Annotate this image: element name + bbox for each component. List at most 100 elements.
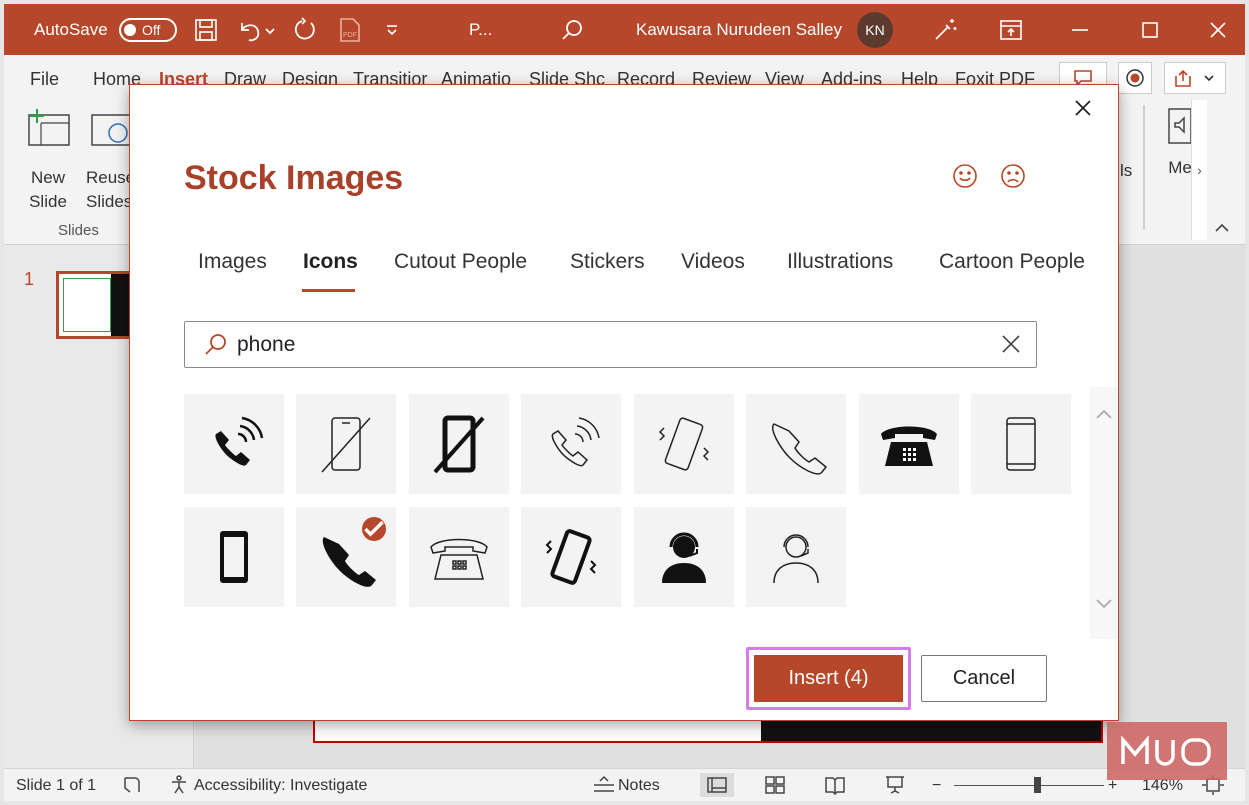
tab-illustrations[interactable]: Illustrations bbox=[787, 250, 893, 274]
slide-show-icon[interactable] bbox=[884, 775, 906, 800]
icon-tile[interactable] bbox=[746, 394, 846, 494]
tab-file[interactable]: File bbox=[30, 69, 59, 90]
toggle-knob bbox=[124, 23, 136, 36]
icon-tile[interactable] bbox=[409, 394, 509, 494]
mobile-vibrate-outline-icon bbox=[658, 417, 710, 471]
slide-number: 1 bbox=[24, 269, 35, 289]
audio-icon bbox=[1168, 108, 1192, 144]
svg-text:PDF: PDF bbox=[343, 32, 357, 39]
redo-icon[interactable] bbox=[292, 4, 318, 55]
user-name: Kawusara Nurudeen Salley bbox=[636, 19, 843, 39]
file-name: P... bbox=[469, 19, 493, 39]
insert-button[interactable]: Insert (4) bbox=[754, 655, 903, 702]
accessibility-icon[interactable] bbox=[169, 775, 189, 800]
search-input[interactable] bbox=[237, 330, 977, 360]
search-icon[interactable] bbox=[560, 4, 584, 55]
icon-tile[interactable] bbox=[634, 507, 734, 607]
new-slide-label-2: Slide bbox=[29, 192, 67, 211]
slide-sorter-icon[interactable] bbox=[764, 775, 786, 800]
reuse-slides-icon bbox=[91, 114, 133, 146]
new-slide-icon bbox=[28, 109, 70, 146]
selected-check-icon bbox=[362, 517, 386, 541]
mobile-off-outline-icon bbox=[321, 417, 371, 473]
avatar[interactable]: KN bbox=[857, 11, 893, 48]
tab-icons[interactable]: Icons bbox=[303, 250, 358, 274]
share-button[interactable] bbox=[1164, 62, 1226, 94]
frown-feedback-icon[interactable] bbox=[1000, 163, 1026, 189]
slide-thumbnail[interactable] bbox=[56, 271, 136, 339]
zoom-slider[interactable] bbox=[954, 785, 1104, 786]
icon-tile[interactable] bbox=[634, 394, 734, 494]
close-dialog-icon[interactable] bbox=[1070, 95, 1096, 121]
icon-tile[interactable] bbox=[859, 394, 959, 494]
close-window-icon[interactable] bbox=[1208, 4, 1228, 55]
collapse-ribbon-icon[interactable] bbox=[1214, 221, 1230, 239]
icon-tile[interactable] bbox=[521, 507, 621, 607]
new-slide-button[interactable]: New Slide bbox=[22, 107, 74, 214]
thumbnail-content bbox=[63, 278, 111, 332]
search-icon bbox=[203, 332, 229, 363]
accessibility-status[interactable]: Accessibility: Investigate bbox=[194, 777, 367, 795]
desk-phone-outline-icon bbox=[430, 538, 488, 580]
insert-button-highlight: Insert (4) bbox=[746, 647, 911, 710]
icon-tile-selected[interactable] bbox=[296, 507, 396, 607]
autosave-state: Off bbox=[142, 21, 161, 38]
icon-tile[interactable] bbox=[409, 507, 509, 607]
zoom-out-icon[interactable]: − bbox=[932, 777, 941, 795]
zoom-slider-thumb[interactable] bbox=[1034, 777, 1041, 793]
icon-tile[interactable] bbox=[184, 507, 284, 607]
customize-toolbar-icon[interactable] bbox=[384, 4, 400, 55]
ribbon-scroll-right-icon[interactable]: › bbox=[1191, 100, 1207, 240]
cancel-button[interactable]: Cancel bbox=[921, 655, 1047, 702]
tab-cutout-people[interactable]: Cutout People bbox=[394, 250, 527, 274]
icon-tile[interactable] bbox=[296, 394, 396, 494]
slide-count: Slide 1 of 1 bbox=[16, 777, 97, 794]
desk-phone-filled-icon bbox=[881, 426, 937, 466]
headset-person-outline-icon bbox=[773, 534, 819, 584]
muo-watermark-logo bbox=[1107, 722, 1227, 780]
active-tab-indicator bbox=[302, 289, 355, 292]
icon-tile[interactable] bbox=[971, 394, 1071, 494]
group-label-slides: Slides bbox=[58, 222, 99, 239]
stock-images-dialog: Stock Images Images Icons Cutout People … bbox=[129, 84, 1119, 721]
ribbon-divider bbox=[1143, 105, 1145, 230]
designer-wand-icon[interactable] bbox=[932, 4, 958, 55]
status-bar: Slide 1 of 1 Accessibility: Investigate … bbox=[4, 768, 1245, 801]
category-tabs: Images Icons Cutout People Stickers Vide… bbox=[130, 245, 1120, 295]
maximize-icon[interactable] bbox=[1140, 4, 1160, 55]
notes-button[interactable]: Notes bbox=[618, 777, 660, 795]
record-icon bbox=[1126, 69, 1144, 87]
clear-search-icon[interactable] bbox=[1001, 334, 1021, 359]
phone-ringing-filled-icon bbox=[215, 416, 264, 466]
muo-logo-icon bbox=[1121, 736, 1211, 766]
icon-tile[interactable] bbox=[746, 507, 846, 607]
icon-tile[interactable] bbox=[184, 394, 284, 494]
minimize-icon[interactable] bbox=[1070, 4, 1090, 55]
results-scrollbar[interactable] bbox=[1090, 387, 1118, 639]
phone-handset-outline-icon bbox=[772, 423, 828, 475]
normal-view-icon[interactable] bbox=[700, 773, 734, 797]
tab-videos[interactable]: Videos bbox=[681, 250, 745, 274]
scroll-down-icon[interactable] bbox=[1095, 597, 1113, 615]
tab-images[interactable]: Images bbox=[198, 250, 267, 274]
title-bar: AutoSave Off PDF P... Kawusara Nurudeen … bbox=[4, 4, 1245, 55]
mobile-vibrate-filled-icon bbox=[545, 529, 597, 585]
tab-stickers[interactable]: Stickers bbox=[570, 250, 645, 274]
mobile-filled-icon bbox=[220, 531, 248, 583]
scroll-up-icon[interactable] bbox=[1095, 407, 1113, 425]
ribbon-display-icon[interactable] bbox=[999, 4, 1023, 55]
spelling-icon[interactable] bbox=[122, 775, 142, 800]
new-slide-label-1: New bbox=[30, 168, 65, 187]
save-icon[interactable] bbox=[194, 4, 218, 55]
autosave-toggle[interactable]: Off bbox=[119, 17, 177, 42]
undo-icon[interactable] bbox=[236, 4, 276, 55]
autosave-label: AutoSave bbox=[34, 19, 108, 39]
tab-cartoon-people[interactable]: Cartoon People bbox=[939, 250, 1085, 274]
reading-view-icon[interactable] bbox=[824, 775, 846, 800]
smile-feedback-icon[interactable] bbox=[952, 163, 978, 189]
icon-tile[interactable] bbox=[521, 394, 621, 494]
dialog-title: Stock Images bbox=[184, 159, 404, 197]
pdf-icon[interactable]: PDF bbox=[338, 4, 362, 55]
record-button[interactable] bbox=[1118, 62, 1152, 94]
notes-icon bbox=[592, 775, 616, 800]
